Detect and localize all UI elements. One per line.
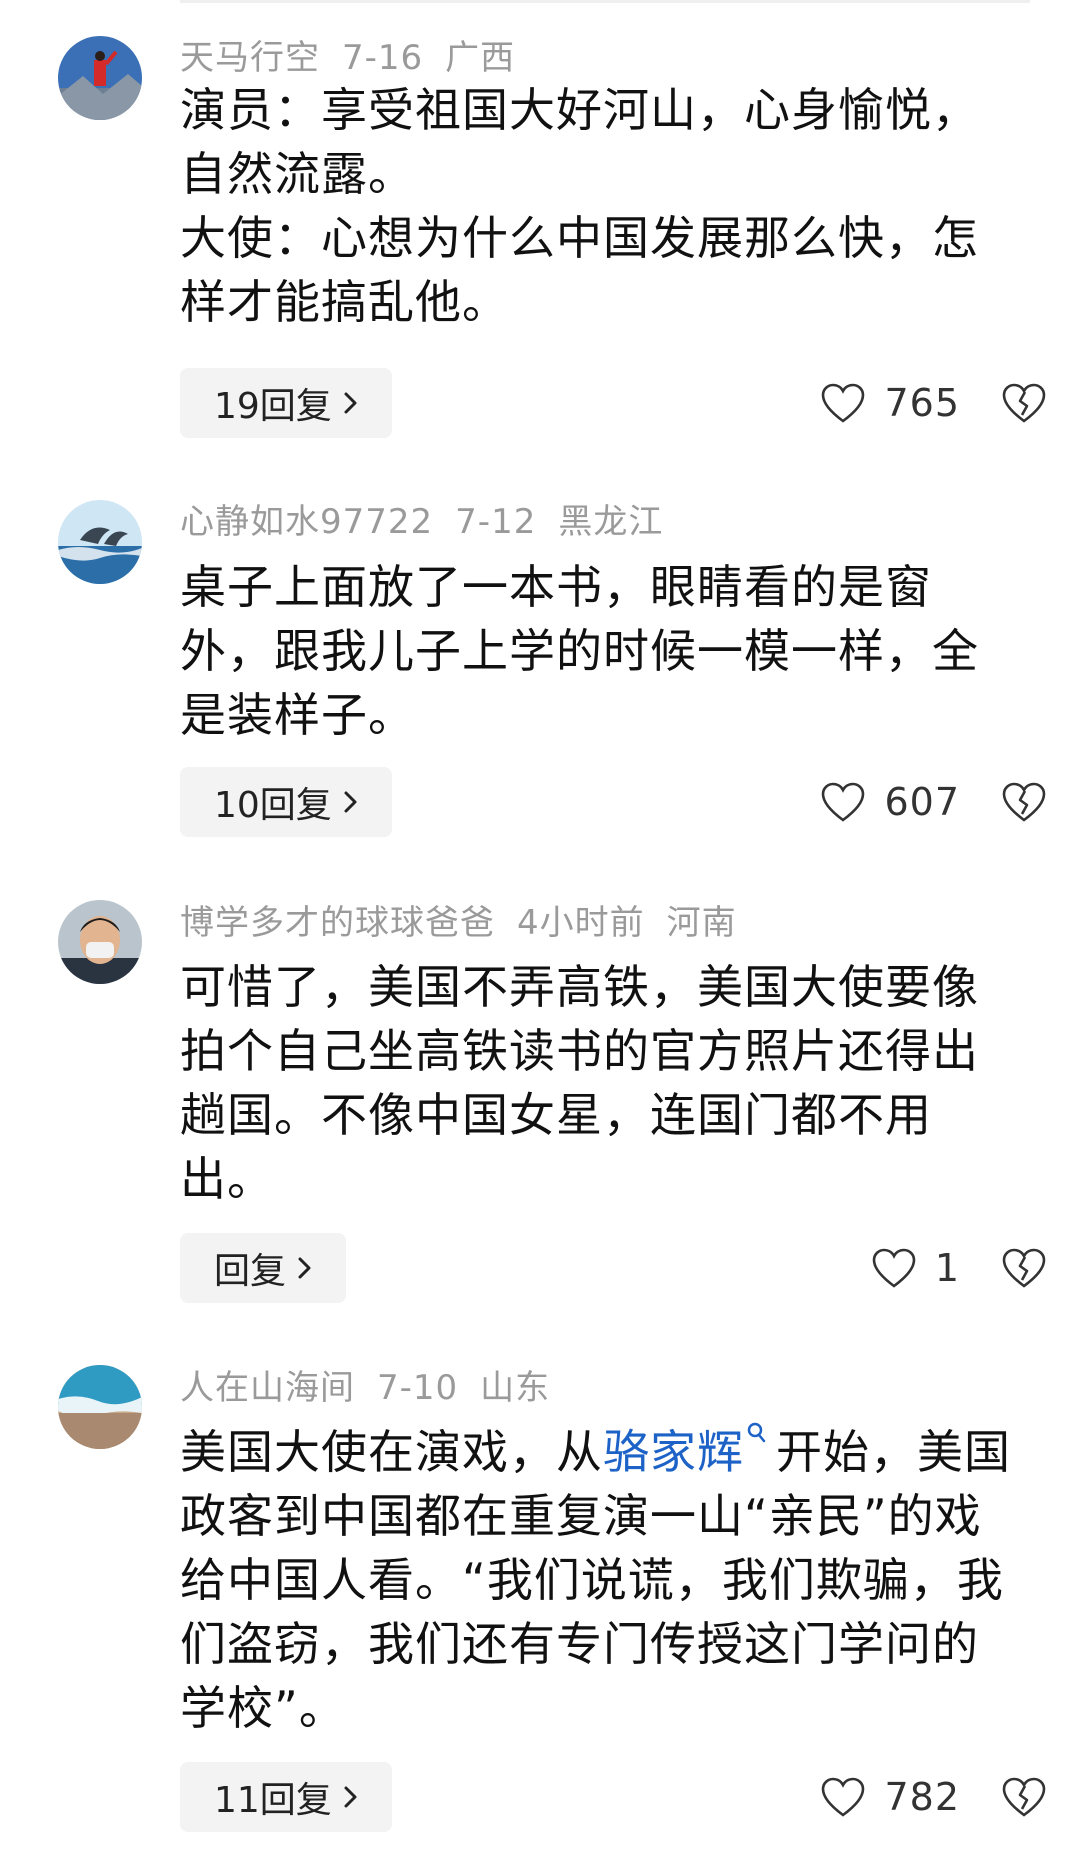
comment-meta: 博学多才的球球爸爸 4小时前 河南 [180,903,759,943]
comment-paragraph: 桌子上面放了一本书，眼睛看的是窗外，跟我儿子上学的时候一模一样，全是装样子。 [180,560,979,742]
reply-label: 19回复 [214,386,332,427]
heart-outline-icon [822,782,865,822]
broken-heart-icon [1002,782,1046,822]
comment-date: 7-12 [455,502,537,542]
comment-date: 7-16 [342,38,424,78]
avatar[interactable] [58,900,142,984]
comment-location: 山东 [480,1368,551,1408]
comment-meta: 心静如水97722 7-12 黑龙江 [180,502,685,542]
username[interactable]: 天马行空 [180,38,320,78]
broken-heart-icon [1002,1777,1046,1817]
comment-paragraph: 演员：享受祖国大好河山，心身愉悦，自然流露。 [180,83,979,201]
chevron-right-icon [298,1257,311,1279]
reply-label: 11回复 [214,1780,332,1821]
comment-text: 桌子上面放了一本书，眼睛看的是窗外，跟我儿子上学的时候一模一样，全是装样子。 [180,555,1015,747]
username[interactable]: 博学多才的球球爸爸 [180,903,495,943]
heart-outline-icon [822,383,865,423]
comment-date: 4小时前 [517,903,645,943]
comment-location: 黑龙江 [558,502,664,542]
avatar[interactable] [58,500,142,584]
username[interactable]: 人在山海间 [180,1368,355,1408]
chevron-right-icon [344,791,357,813]
comment-text: 美国大使在演戏，从骆家辉 开始，美国政客到中国都在重复演一山“亲民”的戏给中国人看… [180,1420,1015,1740]
comment-location: 广西 [445,38,516,78]
chevron-right-icon [344,1786,357,1808]
heart-outline-icon [822,1777,865,1817]
comment-date: 7-10 [377,1368,459,1408]
dislike-button[interactable] [1000,368,1048,438]
like-count: 607 [884,780,960,824]
like-button[interactable]: 782 [820,1762,960,1832]
view-replies-button[interactable]: 11回复 [180,1762,392,1832]
avatar[interactable] [58,1365,142,1449]
dislike-button[interactable] [1000,767,1048,837]
top-divider [180,0,1030,3]
view-replies-button[interactable]: 回复 [180,1233,347,1303]
like-count: 1 [934,1246,960,1290]
broken-heart-icon [1002,383,1046,423]
dislike-button[interactable] [1000,1233,1048,1303]
reply-label: 10回复 [214,785,332,826]
like-count: 765 [884,381,960,425]
like-button[interactable]: 607 [820,767,960,837]
view-replies-button[interactable]: 19回复 [180,368,392,438]
like-count: 782 [884,1775,960,1819]
like-button[interactable]: 1 [871,1233,960,1303]
comment-meta: 人在山海间 7-10 山东 [180,1368,572,1408]
like-button[interactable]: 765 [820,368,960,438]
search-icon [747,1422,766,1443]
comment-text: 可惜了，美国不弄高铁，美国大使要像拍个自己坐高铁读书的官方照片还得出趟国。不像中… [180,955,1015,1211]
comment-text-segment: 美国大使在演戏，从 [180,1425,603,1479]
comment-paragraph: 美国大使在演戏，从骆家辉 开始，美国政客到中国都在重复演一山“亲民”的戏给中国人看… [180,1420,1015,1740]
comment-paragraph: 可惜了，美国不弄高铁，美国大使要像拍个自己坐高铁读书的官方照片还得出趟国。不像中… [180,960,979,1206]
reply-label: 回复 [214,1251,287,1292]
username[interactable]: 心静如水97722 [180,502,433,542]
view-replies-button[interactable]: 10回复 [180,767,392,837]
heart-outline-icon [872,1248,916,1288]
chevron-right-icon [344,392,357,414]
comment-location: 河南 [666,903,737,943]
dislike-button[interactable] [1000,1762,1048,1832]
search-link[interactable]: 骆家辉 [603,1422,776,1479]
broken-heart-icon [1002,1248,1046,1288]
avatar[interactable] [58,36,142,120]
comment-paragraph: 大使：心想为什么中国发展那么快，怎样才能搞乱他。 [180,211,979,329]
comment-meta: 天马行空 7-16 广西 [180,38,537,78]
search-link-label: 骆家辉 [603,1425,744,1479]
comment-text: 演员：享受祖国大好河山，心身愉悦，自然流露。 大使：心想为什么中国发展那么快，怎… [180,78,1015,334]
